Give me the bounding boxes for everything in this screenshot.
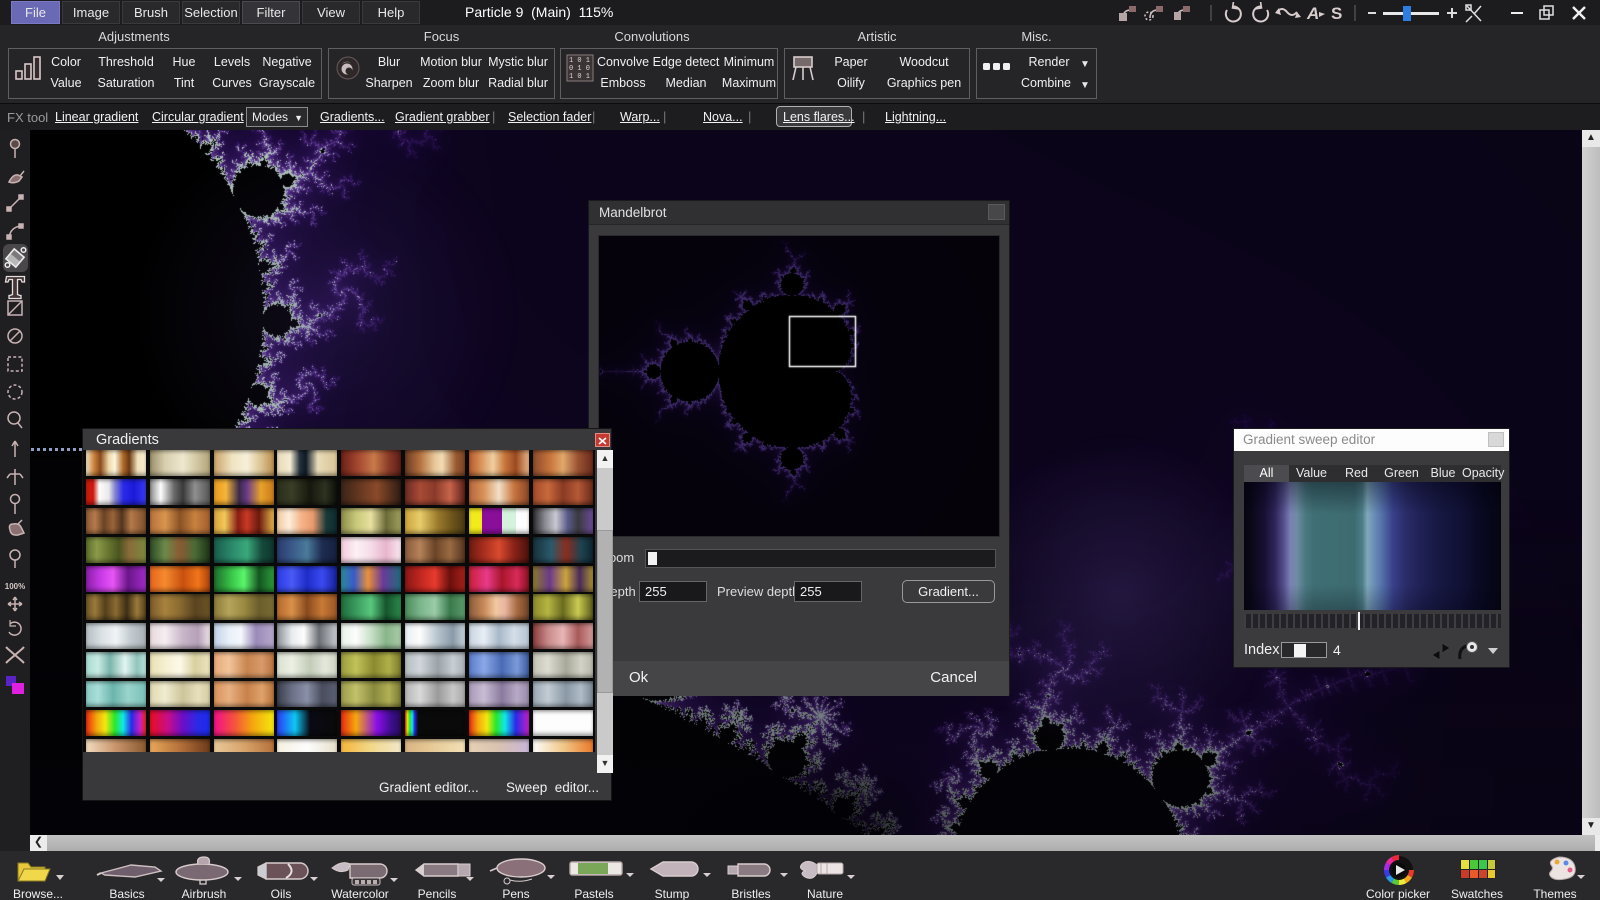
svg-text:A: A — [1306, 4, 1319, 23]
svg-text:100%: 100% — [5, 582, 25, 591]
svg-text:1 0 1: 1 0 1 — [569, 57, 590, 65]
svg-text:0 1 0: 0 1 0 — [569, 65, 590, 73]
svg-text:S: S — [1331, 4, 1342, 23]
svg-text:1 0 1: 1 0 1 — [569, 73, 590, 81]
